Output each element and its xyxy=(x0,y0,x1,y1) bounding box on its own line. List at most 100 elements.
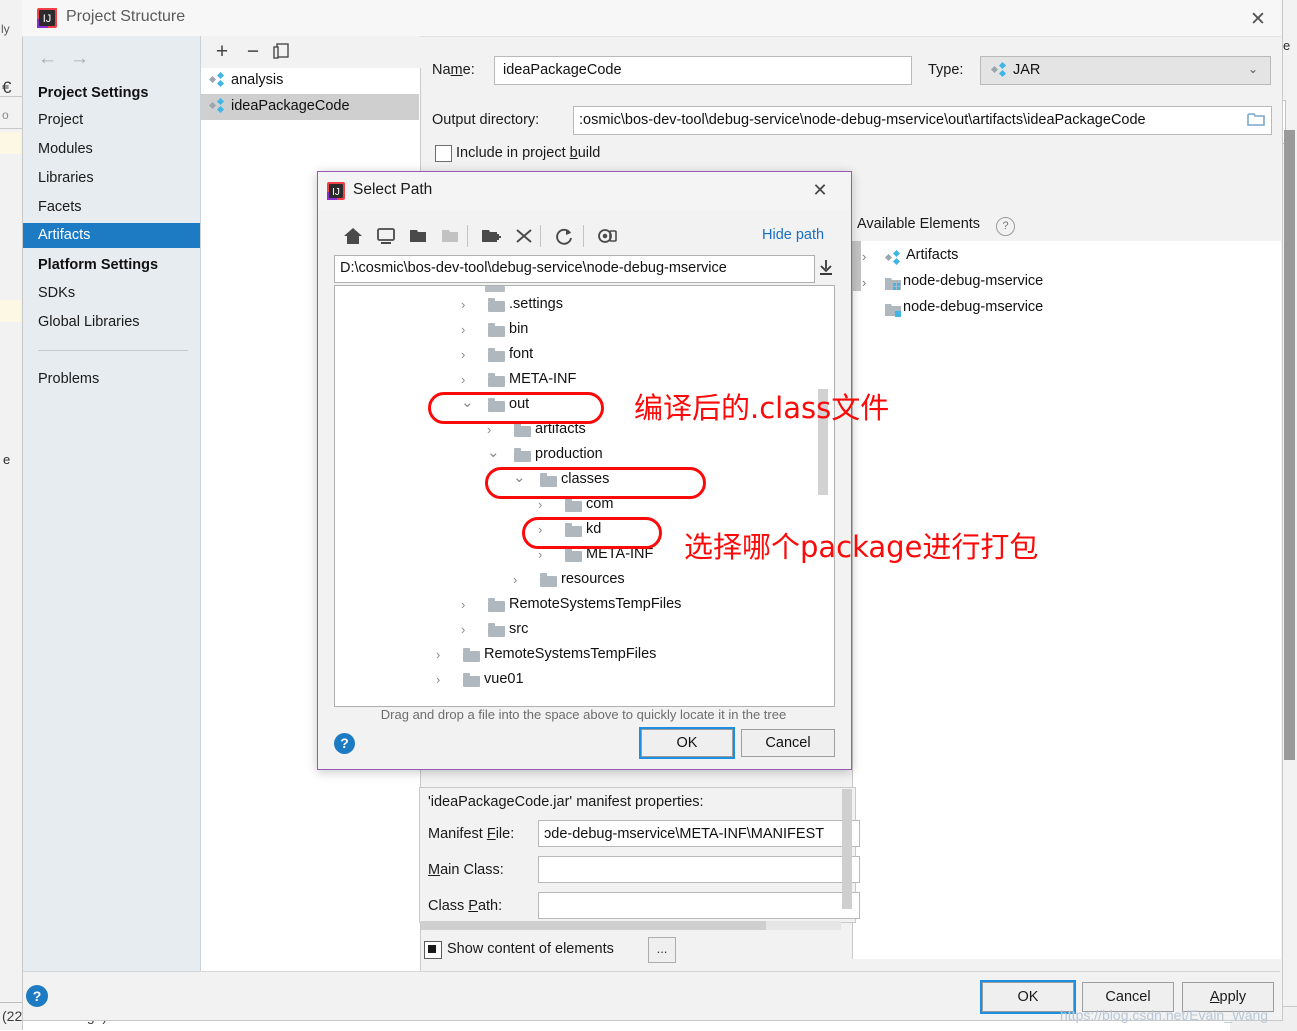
background-left-text: ly xyxy=(1,22,10,36)
sidebar-divider xyxy=(38,350,188,351)
delete-icon[interactable] xyxy=(513,226,535,246)
tree-row-label: node-debug-mservice xyxy=(903,273,1044,289)
copy-artifact-icon[interactable] xyxy=(273,43,293,61)
folder-browse-icon[interactable] xyxy=(1247,111,1266,128)
back-arrow-icon[interactable]: ← xyxy=(38,48,57,70)
show-content-more-button[interactable]: ... xyxy=(648,937,676,963)
remove-artifact-button[interactable]: − xyxy=(242,41,264,63)
chevron-down-icon[interactable]: ⌄ xyxy=(1248,62,1258,76)
folder-icon xyxy=(514,448,531,462)
folder-icon[interactable] xyxy=(408,226,430,246)
desktop-icon[interactable] xyxy=(375,226,397,246)
forward-arrow-icon[interactable]: → xyxy=(70,48,89,70)
path-dropdown-icon[interactable] xyxy=(818,258,834,276)
main-class-input[interactable] xyxy=(538,856,860,883)
annotation-box-out xyxy=(428,392,604,424)
select-path-ok-button[interactable]: OK xyxy=(639,727,735,759)
chevron-right-icon[interactable]: › xyxy=(461,297,465,312)
chevron-right-icon[interactable]: › xyxy=(436,672,440,687)
chevron-right-icon[interactable]: › xyxy=(538,547,542,562)
folder-icon xyxy=(514,423,531,437)
tree-row[interactable]: › font xyxy=(336,343,816,368)
artifact-icon xyxy=(208,97,225,114)
tree-row[interactable]: ⌄ production xyxy=(336,443,816,468)
tree-row-label: resources xyxy=(561,571,625,587)
background-editor-char-left: e xyxy=(3,452,11,467)
intellij-idea-icon: IJ xyxy=(326,181,346,201)
background-left-strip xyxy=(0,0,23,1030)
annotation-box-classes xyxy=(485,467,706,499)
chevron-right-icon[interactable]: › xyxy=(862,249,866,264)
tree-row[interactable]: › src xyxy=(336,618,816,643)
tree-row-label: font xyxy=(509,346,534,362)
tree-row[interactable]: › RemoteSystemsTempFiles xyxy=(336,593,816,618)
chevron-right-icon[interactable]: › xyxy=(538,497,542,512)
refresh-icon[interactable] xyxy=(553,226,575,246)
tree-row-label: RemoteSystemsTempFiles xyxy=(484,646,657,662)
show-content-label: Show content of elements xyxy=(447,941,614,957)
help-icon[interactable]: ? xyxy=(334,733,355,754)
svg-text:IJ: IJ xyxy=(43,13,52,25)
hide-path-link[interactable]: Hide path xyxy=(762,227,824,243)
background-divider-2 xyxy=(0,128,22,129)
sidebar-item-libraries[interactable]: Libraries xyxy=(38,170,94,186)
sidebar-group-project-settings: Project Settings xyxy=(38,85,149,101)
sidebar-item-problems[interactable]: Problems xyxy=(38,371,99,387)
folder-icon xyxy=(488,598,505,612)
window-titlebar xyxy=(22,0,1281,37)
chevron-right-icon[interactable]: › xyxy=(436,647,440,662)
tree-row[interactable]: › resources xyxy=(336,568,816,593)
help-icon[interactable]: ? xyxy=(26,985,48,1007)
chevron-right-icon[interactable]: › xyxy=(862,275,866,290)
sidebar-item-facets[interactable]: Facets xyxy=(38,199,82,215)
close-icon[interactable]: ✕ xyxy=(1245,8,1271,30)
folder-icon xyxy=(488,373,505,387)
watermark: https://blog.csdn.net/Evain_Wang xyxy=(1060,1007,1269,1023)
class-path-input[interactable] xyxy=(538,892,860,919)
manifest-file-value: ɔde-debug-mservice\META-INF\MANIFEST xyxy=(544,826,825,842)
chevron-right-icon[interactable]: › xyxy=(461,597,465,612)
manifest-vertical-scrollbar[interactable] xyxy=(842,789,852,909)
add-artifact-button[interactable]: + xyxy=(211,41,233,63)
available-elements-tree xyxy=(852,241,1281,959)
chevron-right-icon[interactable]: › xyxy=(461,622,465,637)
tree-row[interactable]: › .settings xyxy=(336,293,816,318)
folder-icon xyxy=(463,673,480,687)
tree-row-label: META-INF xyxy=(509,371,577,387)
artifact-icon xyxy=(990,61,1007,78)
sidebar-item-modules[interactable]: Modules xyxy=(38,141,93,157)
tree-row[interactable]: › vue01 xyxy=(336,668,816,693)
tree-row-label: Artifacts xyxy=(906,247,959,263)
tree-row[interactable]: › bin xyxy=(336,318,816,343)
chevron-right-icon[interactable]: › xyxy=(513,572,517,587)
name-label: Name: xyxy=(432,62,475,78)
chevron-down-icon[interactable]: ⌄ xyxy=(487,443,500,461)
chevron-right-icon[interactable]: › xyxy=(461,322,465,337)
sidebar-group-platform-settings: Platform Settings xyxy=(38,257,159,273)
chevron-right-icon[interactable]: › xyxy=(461,372,465,387)
sidebar-item-sdks[interactable]: SDKs xyxy=(38,285,75,301)
select-path-cancel-button[interactable]: Cancel xyxy=(741,729,835,757)
module-output-icon xyxy=(885,302,902,317)
close-icon[interactable]: ✕ xyxy=(808,180,832,202)
sidebar-item-project[interactable]: Project xyxy=(38,112,83,128)
folder-icon xyxy=(540,573,557,587)
intellij-idea-icon: IJ xyxy=(36,7,58,29)
tree-row[interactable]: › RemoteSystemsTempFiles xyxy=(336,643,816,668)
manifest-horizontal-scrollbar-thumb[interactable] xyxy=(421,921,766,930)
module-icon xyxy=(885,276,902,291)
help-icon[interactable]: ? xyxy=(996,217,1015,236)
folder-icon xyxy=(488,323,505,337)
new-folder-icon[interactable] xyxy=(480,226,502,246)
chevron-right-icon[interactable]: › xyxy=(461,347,465,362)
chevron-right-icon[interactable]: › xyxy=(487,422,491,437)
background-highlight-2 xyxy=(0,300,21,322)
tree-row-label: RemoteSystemsTempFiles xyxy=(509,596,682,612)
sidebar-item-global-libraries[interactable]: Global Libraries xyxy=(38,314,140,330)
show-hidden-icon[interactable] xyxy=(596,226,618,246)
background-scrollbar[interactable] xyxy=(1284,130,1295,760)
include-in-build-checkbox[interactable] xyxy=(435,145,452,162)
type-label: Type: xyxy=(928,62,964,78)
artifacts-toolbar xyxy=(201,36,420,68)
home-icon[interactable] xyxy=(342,226,364,246)
